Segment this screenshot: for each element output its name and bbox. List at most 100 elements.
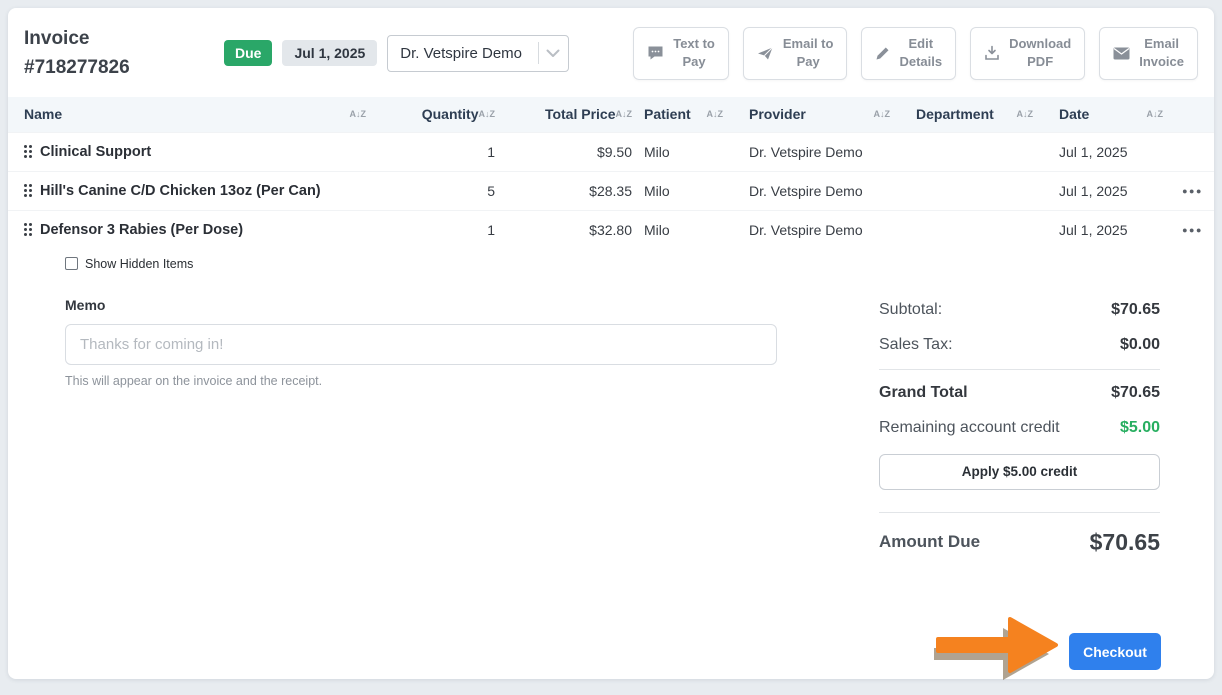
column-header-patient: Patient A↓Z [632,106,737,122]
chevron-down-icon [546,49,560,58]
amount-due-row: Amount Due $70.65 [879,529,1160,556]
memo-input[interactable] [65,324,777,365]
sales-tax-label: Sales Tax: [879,336,953,354]
sort-icon-department[interactable]: A↓Z [1017,109,1048,119]
drag-handle-icon[interactable] [24,145,32,158]
subtotal-row: Subtotal: $70.65 [879,293,1160,328]
sort-icon-date[interactable]: A↓Z [1147,109,1178,119]
sales-tax-row: Sales Tax: $0.00 [879,328,1160,363]
item-total-price: $9.50 [495,144,632,160]
email-invoice-label: EmailInvoice [1139,35,1184,71]
item-date: Jul 1, 2025 [1047,144,1177,160]
memo-label: Memo [65,297,777,313]
checkout-button[interactable]: Checkout [1069,633,1161,670]
column-label-department: Department [916,106,994,122]
edit-details-icon [875,46,890,61]
email-to-pay-icon [757,46,774,61]
item-quantity: 1 [380,222,495,238]
item-date: Jul 1, 2025 [1047,222,1177,238]
column-header-department: Department A↓Z [904,106,1047,122]
sort-icon-name[interactable]: A↓Z [350,109,381,119]
page-title: Invoice #718277826 [24,24,174,83]
sales-tax-value: $0.00 [1120,336,1160,354]
item-patient: Milo [632,183,737,199]
invoice-date-chip[interactable]: Jul 1, 2025 [282,40,377,66]
provider-select-value: Dr. Vetspire Demo [400,45,531,62]
select-divider [538,42,539,64]
text-to-pay-icon [647,45,664,61]
annotation-arrow-icon [934,601,1064,685]
edit-details-label: EditDetails [899,35,942,71]
column-label-date: Date [1059,106,1089,122]
grand-total-row: Grand Total $70.65 [879,376,1160,411]
invoice-number: #718277826 [24,53,174,82]
item-name: Clinical Support [40,144,151,160]
item-provider: Dr. Vetspire Demo [737,144,904,160]
item-provider: Dr. Vetspire Demo [737,183,904,199]
subtotal-label: Subtotal: [879,301,942,319]
show-hidden-items-row: Show Hidden Items [65,257,1214,271]
email-invoice-icon [1113,47,1130,60]
email-to-pay-label: Email toPay [783,35,834,71]
text-to-pay-button[interactable]: Text toPay [633,27,729,79]
email-invoice-button[interactable]: EmailInvoice [1099,27,1198,79]
item-patient: Milo [632,144,737,160]
download-pdf-icon [984,45,1000,61]
invoice-header: Invoice #718277826 Due Jul 1, 2025 Dr. V… [8,8,1214,97]
download-pdf-button[interactable]: DownloadPDF [970,27,1085,79]
item-name: Hill's Canine C/D Chicken 13oz (Per Can) [40,183,321,199]
amount-due-value: $70.65 [1090,529,1160,556]
column-label-provider: Provider [749,106,806,122]
email-to-pay-button[interactable]: Email toPay [743,27,848,79]
amount-due-divider [879,512,1160,513]
column-header-total-price: Total Price A↓Z [495,106,632,122]
sort-icon-patient[interactable]: A↓Z [707,109,738,119]
column-header-provider: Provider A↓Z [737,106,904,122]
sort-icon-quantity[interactable]: A↓Z [479,109,496,119]
item-total-price: $32.80 [495,222,632,238]
provider-select[interactable]: Dr. Vetspire Demo [387,35,569,72]
credit-row: Remaining account credit $5.00 [879,411,1160,446]
download-pdf-label: DownloadPDF [1009,35,1071,71]
column-label-total-price: Total Price [545,106,616,122]
sort-icon-provider[interactable]: A↓Z [874,109,905,119]
drag-handle-icon[interactable] [24,184,32,197]
status-group: Due Jul 1, 2025 Dr. Vetspire Demo [224,35,569,72]
item-quantity: 5 [380,183,495,199]
status-badge: Due [224,40,272,66]
item-date: Jul 1, 2025 [1047,183,1177,199]
totals-panel: Subtotal: $70.65 Sales Tax: $0.00 Grand … [879,293,1160,556]
bottom-section: Memo This will appear on the invoice and… [8,297,1214,556]
edit-details-button[interactable]: EditDetails [861,27,956,79]
invoice-table-header: Name A↓Z Quantity A↓Z Total Price A↓Z Pa… [8,97,1214,132]
row-menu-icon[interactable]: ●●● [1177,186,1214,196]
table-row[interactable]: Hill's Canine C/D Chicken 13oz (Per Can)… [8,171,1214,210]
table-row[interactable]: Defensor 3 Rabies (Per Dose) 1 $32.80 Mi… [8,210,1214,249]
apply-credit-button[interactable]: Apply $5.00 credit [879,454,1160,490]
invoice-card: Invoice #718277826 Due Jul 1, 2025 Dr. V… [8,8,1214,679]
amount-due-label: Amount Due [879,532,980,552]
show-hidden-items-label[interactable]: Show Hidden Items [85,257,193,271]
subtotal-value: $70.65 [1111,301,1160,319]
credit-label: Remaining account credit [879,419,1060,437]
memo-helper-text: This will appear on the invoice and the … [65,374,777,388]
column-header-name: Name A↓Z [8,106,380,122]
column-label-name: Name [24,106,62,122]
table-row[interactable]: Clinical Support 1 $9.50 Milo Dr. Vetspi… [8,132,1214,171]
sort-icon-total-price[interactable]: A↓Z [616,109,633,119]
memo-section: Memo This will appear on the invoice and… [65,297,777,556]
grand-total-value: $70.65 [1111,384,1160,402]
row-menu-icon[interactable]: ●●● [1177,225,1214,235]
item-quantity: 1 [380,144,495,160]
item-total-price: $28.35 [495,183,632,199]
show-hidden-items-checkbox[interactable] [65,257,78,270]
totals-divider [879,369,1160,370]
item-name: Defensor 3 Rabies (Per Dose) [40,222,243,238]
drag-handle-icon[interactable] [24,223,32,236]
item-provider: Dr. Vetspire Demo [737,222,904,238]
grand-total-label: Grand Total [879,384,968,402]
column-label-quantity: Quantity [422,106,479,122]
credit-value: $5.00 [1120,419,1160,437]
column-label-patient: Patient [644,106,691,122]
column-header-quantity: Quantity A↓Z [380,106,495,122]
